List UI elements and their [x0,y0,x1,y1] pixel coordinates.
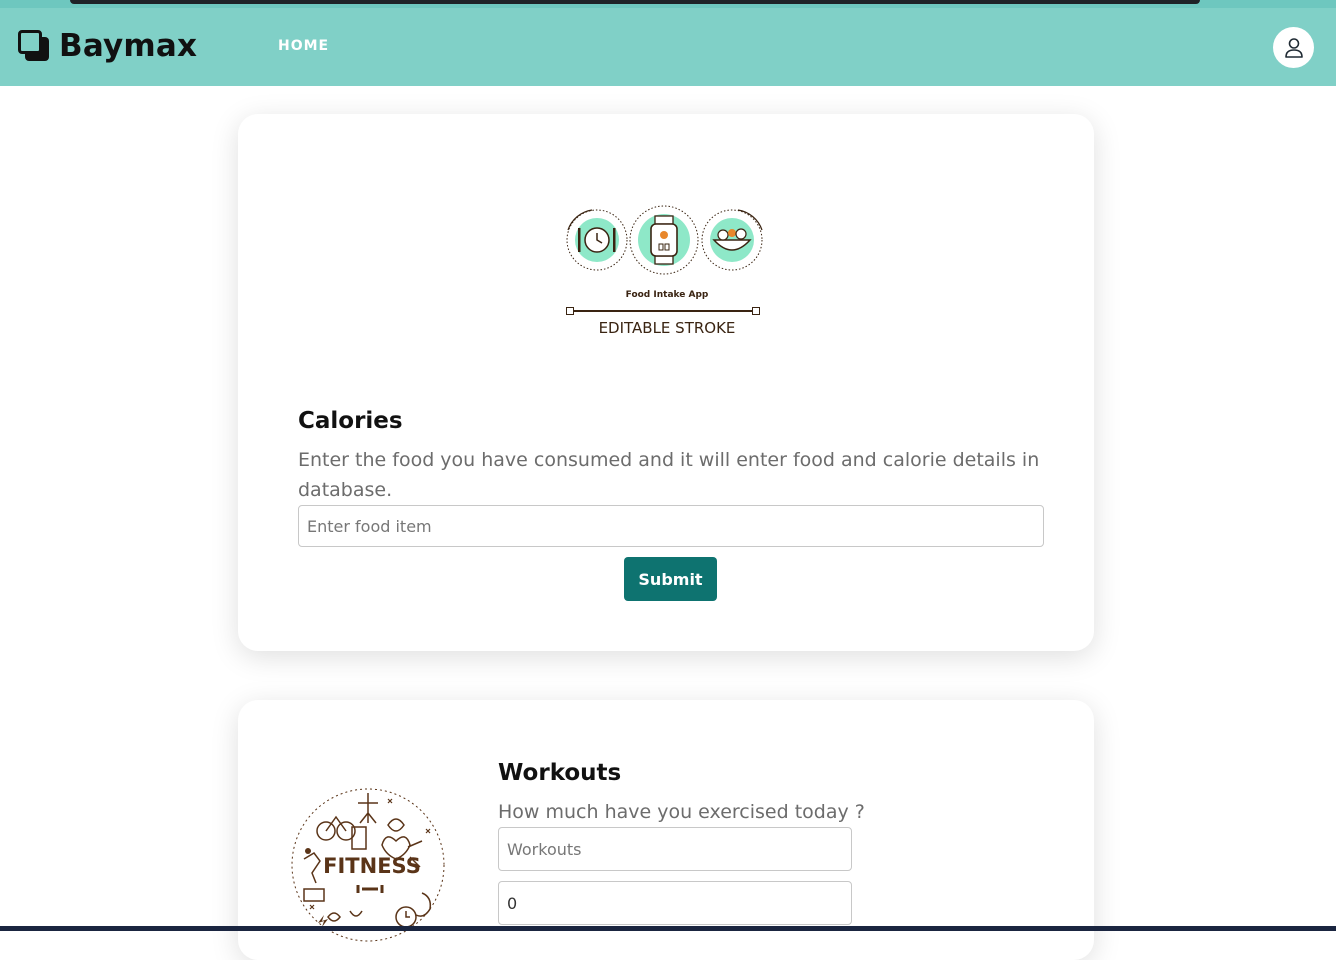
top-strip [0,0,1336,8]
brand-logo-icon [18,30,50,62]
bottom-taskbar-strip [0,926,1336,931]
food-intake-illustration: Food Intake App EDITABLE STROKE [562,202,772,347]
calories-description: Enter the food you have consumed and it … [298,449,1040,501]
workouts-input[interactable] [498,827,852,871]
workouts-title: Workouts [498,760,622,786]
calories-card: Food Intake App EDITABLE STROKE Calories… [238,114,1094,651]
calories-title: Calories [298,408,403,434]
user-icon [1284,37,1303,58]
brand[interactable]: Baymax [18,28,197,64]
illustration-caption: Food Intake App [625,290,709,300]
fitness-icon: FITNESS [291,788,445,942]
brand-name: Baymax [59,28,198,64]
workout-amount-input[interactable] [498,881,852,925]
workouts-card: FITNESS Workouts How much have you exerc… [238,700,1094,960]
top-dark-bar [70,0,1200,4]
illustration-subcaption: EDITABLE STROKE [598,319,736,337]
food-intake-icons [566,205,763,275]
food-item-input[interactable] [298,505,1044,547]
submit-button[interactable]: Submit [624,557,717,601]
navbar: Baymax HOME [0,8,1336,86]
illustration-stroke-line [566,307,760,315]
nav-home-link[interactable]: HOME [278,38,329,54]
workouts-description: How much have you exercised today ? [498,801,865,823]
fitness-label: FITNESS [323,854,421,878]
fitness-illustration: FITNESS [288,785,448,945]
profile-button[interactable] [1273,27,1314,68]
